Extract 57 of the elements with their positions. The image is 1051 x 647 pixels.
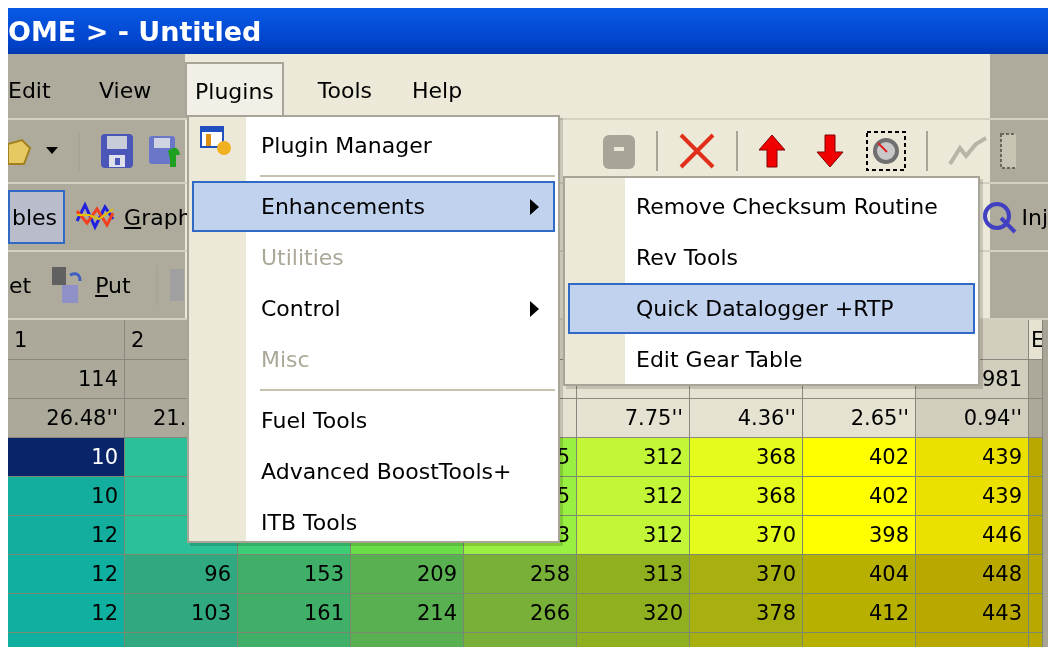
table-cell[interactable]: 96 (125, 555, 238, 594)
menu-item[interactable]: Edit (8, 62, 61, 118)
table-cell[interactable]: 209 (351, 555, 464, 594)
table-cell[interactable]: 312 (577, 516, 690, 555)
table-cell[interactable]: 258 (464, 555, 577, 594)
table-cell: 0.94'' (916, 399, 1029, 438)
table-cell[interactable]: 312 (577, 477, 690, 516)
table-cell: 26.48'' (8, 399, 125, 438)
toolbar-label: Inj (1021, 204, 1048, 230)
table-cell[interactable]: 214 (351, 594, 464, 633)
table-cell[interactable]: 153 (238, 555, 351, 594)
toolbar-button[interactable]: bles (8, 190, 66, 244)
table-cell[interactable]: 161 (238, 594, 351, 633)
table-cell[interactable]: 368 (690, 438, 803, 477)
table-cell[interactable]: 320 (577, 594, 690, 633)
table-cell[interactable]: 266 (464, 594, 577, 633)
table-cell[interactable]: 368 (690, 477, 803, 516)
table-cell[interactable]: 103 (125, 594, 238, 633)
menu-item[interactable]: Quick Datalogger +RTP (568, 283, 975, 334)
toolbar-button[interactable]: et (8, 258, 37, 312)
table-cell[interactable]: 313 (577, 555, 690, 594)
table-cell: 7.75'' (577, 399, 690, 438)
table-cell[interactable]: 378 (690, 594, 803, 633)
table-cell[interactable]: 402 (803, 477, 916, 516)
window-title: OME > - Untitled (8, 15, 262, 47)
table-cell[interactable]: 439 (916, 438, 1029, 477)
table-cell[interactable]: 370 (690, 555, 803, 594)
table-cell[interactable]: 12 (8, 516, 125, 555)
table-cell[interactable]: 448 (916, 555, 1029, 594)
table-cell[interactable]: 370 (690, 516, 803, 555)
table-cell[interactable]: 12 (8, 555, 125, 594)
table-cell[interactable]: 443 (916, 594, 1029, 633)
menu-item[interactable]: Remove Checksum Routine (568, 181, 975, 232)
table-cell: 114 (8, 360, 125, 399)
table-cell[interactable]: 12 (8, 594, 125, 633)
column-header[interactable]: 1 (8, 320, 125, 360)
menu-item[interactable]: Plugins (185, 62, 284, 118)
menu-item[interactable]: Help (382, 62, 473, 118)
table-cell[interactable]: 412 (803, 594, 916, 633)
table-cell[interactable]: 439 (916, 477, 1029, 516)
table-cell: 4.36'' (690, 399, 803, 438)
menu-item[interactable]: Rev Tools (568, 232, 975, 283)
menu-item[interactable]: Advanced BoostTools+ (192, 446, 555, 497)
table-cell[interactable]: 10 (8, 438, 125, 477)
table-cell[interactable]: 10 (8, 477, 125, 516)
table-cell: 2.65'' (803, 399, 916, 438)
menu-item[interactable]: View (85, 62, 162, 118)
table-cell[interactable]: 446 (916, 516, 1029, 555)
menu-item[interactable]: ITB Tools (192, 497, 555, 548)
table-cell[interactable]: 404 (803, 555, 916, 594)
menu-item[interactable]: Tools (283, 62, 382, 118)
menu-item[interactable]: Plugin Manager (192, 120, 555, 171)
table-cell[interactable]: 312 (577, 438, 690, 477)
table-cell[interactable]: 402 (803, 438, 916, 477)
toolbar-button[interactable]: Put (90, 258, 136, 312)
table-cell[interactable]: 398 (803, 516, 916, 555)
menu-item[interactable]: Enhancements (192, 181, 555, 232)
